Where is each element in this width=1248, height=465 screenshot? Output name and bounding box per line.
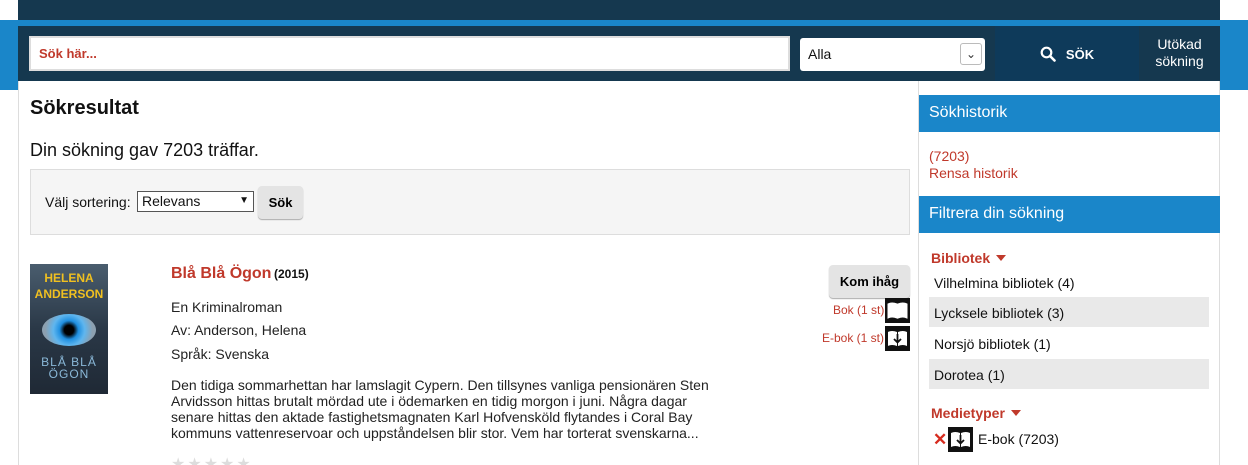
- cover-title: BLÅ BLÅ ÖGON: [41, 355, 97, 381]
- facet-item-library[interactable]: Vilhelmina bibliotek (4): [929, 267, 1209, 297]
- sort-submit-button[interactable]: Sök: [258, 186, 303, 219]
- cover-author: HELENA ANDERSON: [34, 271, 104, 301]
- history-item-link[interactable]: (7203): [929, 148, 969, 164]
- remember-button[interactable]: Kom ihåg: [829, 265, 910, 298]
- facet-item-library[interactable]: Lycksele bibliotek (3): [929, 297, 1209, 327]
- chevron-down-icon: ▼: [239, 195, 249, 206]
- search-scope-value: Alla: [808, 46, 832, 62]
- results-panel: Sökresultat Din sökning gav 7203 träffar…: [18, 81, 919, 465]
- clear-history-link[interactable]: Rensa historik: [929, 165, 1018, 181]
- sort-select-value: Relevans: [142, 193, 201, 209]
- facet-item-media[interactable]: E-bok (7203): [978, 431, 1059, 447]
- facet-media-toggle[interactable]: Medietyper: [931, 405, 1021, 421]
- facet-item-library[interactable]: Norsjö bibliotek (1): [929, 328, 1209, 358]
- facet-library-toggle[interactable]: Bibliotek: [931, 250, 1007, 266]
- search-bar: Alla ⌄ SÖK Utökad sökning: [18, 26, 1220, 82]
- facet-library-label: Bibliotek: [931, 250, 991, 266]
- facet-item-library[interactable]: Dorotea (1): [929, 359, 1209, 389]
- eye-icon: [42, 314, 96, 346]
- rating-stars[interactable]: ★★★★★: [171, 454, 253, 465]
- availability-ebook-link[interactable]: E-bok (1 st): [822, 331, 884, 345]
- sort-select[interactable]: Relevans ▼: [137, 191, 254, 212]
- sidebar: Sökhistorik (7203) Rensa historik Filtre…: [919, 81, 1220, 465]
- remove-filter-icon[interactable]: ✕: [933, 430, 947, 450]
- book-language: Språk: Svenska: [171, 346, 270, 362]
- filter-heading: Filtrera din sökning: [919, 196, 1220, 233]
- facet-media-label: Medietyper: [931, 405, 1005, 421]
- search-scope-select[interactable]: Alla ⌄: [800, 38, 985, 71]
- book-subtitle: En Kriminalroman: [171, 299, 283, 315]
- book-icon: [885, 298, 910, 323]
- sort-box: Välj sortering: Relevans ▼ Sök: [30, 169, 910, 235]
- top-navigation: [18, 0, 1220, 20]
- book-description: Den tidiga sommarhettan har lamslagit Cy…: [171, 377, 709, 441]
- availability-book-link[interactable]: Bok (1 st): [833, 303, 884, 317]
- chevron-down-icon: ⌄: [960, 43, 982, 65]
- page-title: Sökresultat: [30, 97, 139, 119]
- advanced-search-link[interactable]: Utökad sökning: [1139, 26, 1220, 82]
- book-title-link[interactable]: Blå Blå Ögon: [171, 265, 271, 283]
- results-count: Din sökning gav 7203 träffar.: [30, 140, 259, 160]
- search-button-label: SÖK: [1065, 46, 1095, 62]
- search-button[interactable]: SÖK: [995, 26, 1139, 82]
- search-input[interactable]: [29, 36, 790, 71]
- book-year: (2015): [274, 267, 309, 281]
- book-cover[interactable]: HELENA ANDERSON BLÅ BLÅ ÖGON: [30, 264, 108, 394]
- search-history-heading: Sökhistorik: [919, 95, 1220, 132]
- search-icon: [1040, 46, 1056, 62]
- page: Alla ⌄ SÖK Utökad sökning Sökresultat Di…: [0, 0, 1248, 465]
- sort-label: Välj sortering:: [45, 194, 131, 210]
- ebook-download-icon: [948, 427, 973, 452]
- ebook-download-icon: [885, 326, 910, 351]
- caret-down-icon: [1010, 410, 1021, 416]
- caret-down-icon: [996, 255, 1007, 261]
- book-author: Av: Anderson, Helena: [171, 322, 307, 338]
